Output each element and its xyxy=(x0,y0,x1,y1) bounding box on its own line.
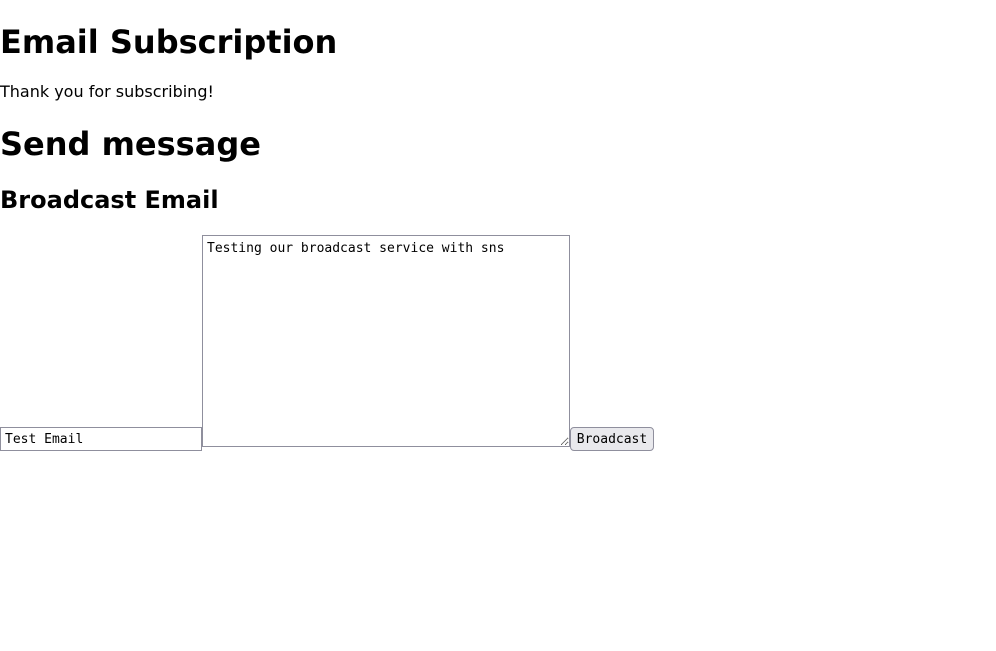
subject-input[interactable] xyxy=(0,427,202,451)
subscription-confirmation-text: Thank you for subscribing! xyxy=(0,82,214,101)
broadcast-button[interactable]: Broadcast xyxy=(570,427,654,451)
page-title: Email Subscription xyxy=(0,23,338,61)
message-textarea[interactable]: Testing our broadcast service with sns xyxy=(202,235,570,447)
send-message-heading: Send message xyxy=(0,125,261,163)
broadcast-email-heading: Broadcast Email xyxy=(0,186,219,214)
